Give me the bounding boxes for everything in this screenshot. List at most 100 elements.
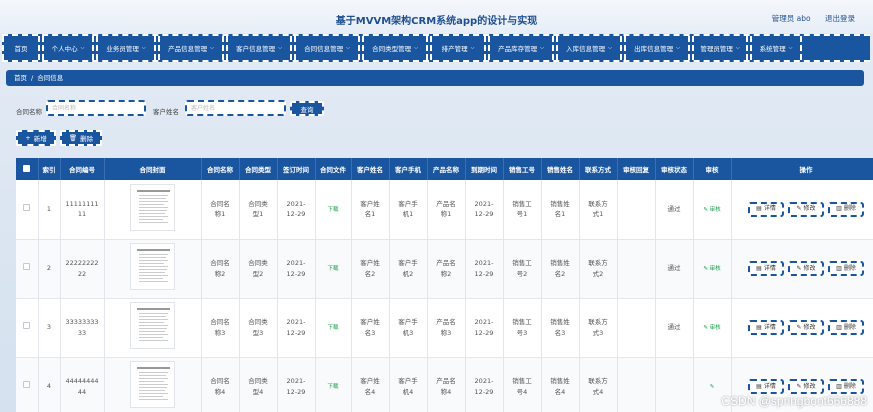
contact-cell: 联系方式3: [579, 298, 618, 358]
row-select-cell[interactable]: [16, 180, 39, 240]
edit-button[interactable]: ✎ 修改: [788, 261, 824, 276]
column-header: 销售工号: [503, 158, 542, 180]
name-cell: 合同名称1: [201, 180, 240, 240]
delete-button[interactable]: ▥ 删除: [828, 261, 864, 276]
sign-time-cell: 2021-12-29: [277, 357, 316, 412]
column-header: 合同类型: [239, 158, 278, 180]
file-cell: 下载: [315, 239, 352, 299]
contact-cell: 联系方式4: [579, 357, 618, 412]
download-link[interactable]: 下载: [327, 207, 338, 213]
expire-cell: 2021-12-29: [465, 298, 504, 358]
cover-cell: [104, 180, 202, 240]
sales-name-cell: 销售姓名4: [541, 357, 580, 412]
delete-button[interactable]: ▥ 删除: [828, 201, 864, 217]
review-link[interactable]: ✎ 审核: [703, 207, 720, 213]
trash-icon: ▥: [836, 323, 842, 331]
row-checkbox[interactable]: [23, 322, 31, 330]
chevron-down-icon: ⌵: [470, 45, 475, 51]
contract-no-cell: 4444444444: [60, 357, 105, 412]
table-header-row: 索引 合同编号 合同封面 合同名称 合同类型 签订时间 合同文件 客户姓名 客户…: [16, 158, 873, 180]
type-cell: 合同类型3: [239, 298, 278, 358]
contract-cover-image[interactable]: [130, 361, 175, 409]
logout-link[interactable]: 退出登录: [825, 14, 855, 23]
contract-cover-image[interactable]: [130, 184, 175, 232]
nav-item-scheduling[interactable]: 排产管理 ⌵: [430, 36, 486, 60]
nav-item-salesman[interactable]: 业务员管理 ⌵: [96, 36, 156, 60]
operations-cell: ▤ 详情 ✎ 修改 ▥ 删除: [731, 180, 873, 240]
nav-item-inbound[interactable]: 入库信息管理 ⌵: [556, 36, 622, 60]
nav-item-system[interactable]: 系统管理 ⌵: [750, 36, 802, 60]
review-link[interactable]: ✎ 审核: [703, 325, 720, 331]
edit-icon: ✎: [796, 205, 802, 213]
file-cell: 下载: [315, 180, 352, 240]
contract-cover-image[interactable]: [130, 302, 175, 350]
nav-item-admin[interactable]: 管理员管理 ⌵: [692, 36, 748, 60]
user-label[interactable]: 管理员 abo: [772, 14, 811, 23]
sales-name-cell: 销售姓名2: [541, 239, 580, 299]
download-link[interactable]: 下载: [327, 384, 338, 390]
nav-item-outbound[interactable]: 出库信息管理 ⌵: [624, 36, 690, 60]
nav-item-contract[interactable]: 合同信息管理 ⌵: [294, 36, 360, 60]
column-header: 客户姓名: [351, 158, 390, 180]
download-link[interactable]: 下载: [327, 325, 338, 331]
chevron-down-icon: ⌵: [278, 45, 282, 51]
detail-button[interactable]: ▤ 详情: [748, 379, 784, 394]
customer-name-input[interactable]: [185, 100, 286, 116]
reply-cell: [617, 298, 656, 358]
edit-button[interactable]: ✎ 修改: [788, 320, 824, 335]
chevron-down-icon: ⌵: [141, 45, 146, 51]
delete-button[interactable]: ▥ 删除: [828, 320, 864, 335]
watermark: CSDN @springboot666888: [721, 394, 867, 408]
nav-item-inventory[interactable]: 产品库存管理 ⌵: [488, 36, 554, 60]
contract-table: 索引 合同编号 合同封面 合同名称 合同类型 签订时间 合同文件 客户姓名 客户…: [16, 158, 873, 412]
reply-cell: [617, 239, 656, 299]
edit-button[interactable]: ✎ 修改: [788, 379, 824, 394]
phone-cell: 客户手机3: [389, 298, 428, 358]
nav-item-personal[interactable]: 个人中心 ⌵: [42, 36, 94, 60]
chevron-down-icon: ⌵: [788, 45, 793, 51]
product-cell: 产品名称1: [427, 180, 466, 240]
trash-icon: 🗑: [68, 134, 78, 142]
nav-item-customer[interactable]: 客户信息管理 ⌵: [226, 36, 292, 60]
app-title: 基于MVVM架构CRM系统app的设计与实现: [335, 16, 538, 27]
batch-delete-button[interactable]: 🗑 删除: [60, 130, 102, 146]
row-select-cell[interactable]: [16, 239, 39, 299]
nav-item-product[interactable]: 产品信息管理 ⌵: [158, 36, 224, 60]
type-cell: 合同类型4: [239, 357, 278, 412]
chevron-down-icon: ⌵: [676, 45, 680, 51]
column-header: 合同封面: [104, 158, 202, 180]
column-header: 审核状态: [655, 158, 694, 180]
contract-cover-image[interactable]: [130, 243, 175, 291]
contact-cell: 联系方式1: [579, 180, 618, 240]
index-cell: 4: [38, 357, 61, 412]
add-button[interactable]: + 新增: [16, 130, 56, 146]
contract-name-input[interactable]: [46, 100, 146, 116]
nav-item-contract-type[interactable]: 合同类型管理 ⌵: [362, 36, 428, 60]
breadcrumb-home[interactable]: 首页: [14, 74, 27, 82]
file-cell: 下载: [315, 357, 352, 412]
edit-icon: ✎: [709, 384, 715, 391]
detail-button[interactable]: ▤ 详情: [748, 261, 784, 276]
sales-no-cell: 销售工号1: [503, 180, 542, 240]
row-checkbox[interactable]: [23, 204, 31, 212]
row-select-cell[interactable]: [16, 298, 39, 358]
delete-button[interactable]: ▥ 删除: [828, 379, 864, 394]
detail-button[interactable]: ▤ 详情: [748, 320, 784, 335]
sales-name-cell: 销售姓名3: [541, 298, 580, 358]
contract-no-cell: 2222222222: [60, 239, 105, 299]
review-link[interactable]: ✎: [710, 384, 715, 390]
customer-cell: 客户姓名2: [351, 239, 390, 299]
detail-button[interactable]: ▤ 详情: [748, 201, 784, 217]
edit-button[interactable]: ✎ 修改: [788, 201, 824, 217]
trash-icon: ▥: [836, 205, 842, 213]
download-link[interactable]: 下载: [327, 266, 338, 272]
row-select-cell[interactable]: [16, 357, 39, 412]
select-all-checkbox[interactable]: [23, 164, 31, 172]
review-link[interactable]: ✎ 审核: [703, 266, 720, 272]
row-checkbox[interactable]: [23, 263, 31, 271]
select-all-header[interactable]: [16, 158, 39, 180]
status-cell: [655, 357, 694, 412]
row-checkbox[interactable]: [23, 381, 31, 389]
nav-item-home[interactable]: 首页: [2, 36, 40, 60]
query-button[interactable]: 查询: [290, 101, 324, 116]
